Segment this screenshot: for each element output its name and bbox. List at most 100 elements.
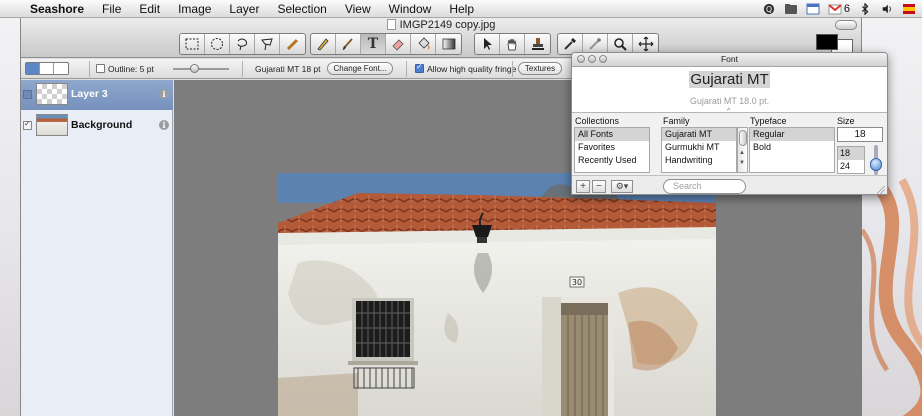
gradient-tool[interactable] (436, 34, 461, 54)
family-scrollbar[interactable]: ▲ ▼ (737, 127, 748, 173)
status-folder-icon[interactable] (784, 3, 798, 15)
utility-tools (474, 33, 551, 55)
image-canvas[interactable]: 30 (278, 173, 716, 416)
size-slider-knob[interactable] (870, 158, 882, 171)
list-item[interactable]: All Fonts (575, 128, 649, 141)
change-font-button[interactable]: Change Font... (327, 62, 393, 75)
preview-splitter-icon[interactable]: ^ (727, 108, 730, 115)
selection-tools (179, 33, 306, 55)
list-item[interactable]: Gujarati MT (662, 128, 736, 141)
lasso-tool[interactable] (230, 34, 255, 54)
lasso-icon (237, 38, 248, 51)
photo-house: 30 (278, 173, 716, 416)
list-item[interactable]: Recently Used (575, 154, 649, 167)
brush-tool[interactable] (336, 34, 361, 54)
add-collection-button[interactable]: + (576, 180, 590, 193)
list-item[interactable]: 24 (838, 160, 864, 173)
bluetooth-icon[interactable] (858, 3, 872, 15)
align-center-button[interactable] (40, 63, 54, 74)
svg-text:Q: Q (766, 5, 772, 14)
list-item[interactable]: Favorites (575, 141, 649, 154)
outline-slider-knob[interactable] (190, 64, 199, 73)
input-flag-icon[interactable] (902, 3, 916, 15)
layer-row-layer-3[interactable]: Layer 3 i (21, 80, 173, 110)
resize-grip-icon[interactable] (877, 186, 885, 194)
toolbar-toggle-button[interactable] (835, 20, 857, 30)
outline-slider-track (173, 68, 229, 70)
current-font-label: Gujarati MT 18 pt (255, 64, 321, 74)
menu-file[interactable]: File (93, 0, 130, 18)
status-calendar-icon[interactable] (806, 3, 820, 15)
font-search-input[interactable]: Search (663, 179, 746, 194)
status-q-icon[interactable]: Q (762, 3, 776, 15)
layer-name: Background (71, 119, 133, 131)
layer-visibility-checkbox[interactable] (23, 90, 32, 99)
smudge-tool[interactable] (583, 34, 608, 54)
scroll-up-icon[interactable]: ▲ (739, 150, 745, 156)
textures-button[interactable]: Textures (518, 62, 562, 75)
wooden-door (542, 297, 614, 416)
rect-select-tool[interactable] (180, 34, 205, 54)
pencil-icon (317, 38, 329, 51)
eyedropper-tool[interactable] (558, 34, 583, 54)
layer-thumbnail (36, 83, 68, 105)
menu-help[interactable]: Help (440, 0, 483, 18)
layer-info-icon[interactable]: i (159, 89, 169, 99)
gear-menu-button[interactable]: ⚙▾ (611, 180, 633, 193)
close-button[interactable] (577, 55, 585, 63)
font-panel: Font Gujarati MT Gujarati MT 18.0 pt. ^ … (571, 52, 888, 195)
layer-row-background[interactable]: Background i (21, 111, 173, 141)
list-item[interactable]: Gurmukhi MT (662, 141, 736, 154)
menu-image[interactable]: Image (169, 0, 220, 18)
list-item[interactable]: 18 (838, 147, 864, 160)
menu-edit[interactable]: Edit (130, 0, 169, 18)
list-item[interactable]: Regular (750, 128, 834, 141)
eraser-tool[interactable] (386, 34, 411, 54)
pointer-tool[interactable] (475, 34, 500, 54)
menu-window[interactable]: Window (380, 0, 441, 18)
ellipse-select-tool[interactable] (205, 34, 230, 54)
text-tool[interactable]: T (361, 34, 386, 54)
layer-info-icon[interactable]: i (159, 120, 169, 130)
size-input[interactable]: 18 (837, 127, 883, 142)
text-tool-icon: T (367, 36, 379, 52)
size-list: 18 24 (837, 146, 865, 174)
volume-icon[interactable] (880, 3, 894, 15)
menu-selection[interactable]: Selection (268, 0, 335, 18)
scroll-down-icon[interactable]: ▼ (739, 160, 745, 166)
stamp-tool[interactable] (525, 34, 550, 54)
align-right-button[interactable] (54, 63, 68, 74)
font-sample-text: Gujarati MT (689, 71, 770, 88)
wand-tool[interactable] (280, 34, 305, 54)
hand-tool[interactable] (500, 34, 525, 54)
text-alignment-control (25, 62, 69, 75)
brush-icon (342, 38, 353, 50)
polygon-lasso-icon (261, 38, 273, 51)
align-left-button[interactable] (26, 63, 40, 74)
remove-collection-button[interactable]: − (592, 180, 606, 193)
menu-app-name[interactable]: Seashore (24, 0, 93, 18)
zoom-tool[interactable] (608, 34, 633, 54)
move-tool[interactable] (633, 34, 658, 54)
pencil-tool[interactable] (311, 34, 336, 54)
list-item[interactable]: Handwriting (662, 154, 736, 167)
bucket-tool[interactable] (411, 34, 436, 54)
status-mail[interactable]: 6 (828, 3, 850, 15)
menu-view[interactable]: View (336, 0, 380, 18)
menu-layer[interactable]: Layer (220, 0, 268, 18)
zoom-button[interactable] (599, 55, 607, 63)
fringe-checkbox[interactable] (415, 62, 424, 73)
foreground-color-swatch[interactable] (816, 34, 838, 50)
eyedropper-icon (564, 38, 576, 50)
minimize-button[interactable] (588, 55, 596, 63)
scrollbar-thumb[interactable] (739, 130, 747, 146)
layer-name: Layer 3 (71, 88, 108, 100)
outline-checkbox[interactable] (96, 64, 105, 73)
window-controls (577, 55, 607, 63)
size-header: Size (837, 116, 855, 126)
font-sample-description: Gujarati MT 18.0 pt. (689, 96, 770, 106)
layer-visibility-checkbox[interactable] (23, 119, 32, 130)
gmail-icon (828, 4, 842, 15)
list-item[interactable]: Bold (750, 141, 834, 154)
polygon-lasso-tool[interactable] (255, 34, 280, 54)
